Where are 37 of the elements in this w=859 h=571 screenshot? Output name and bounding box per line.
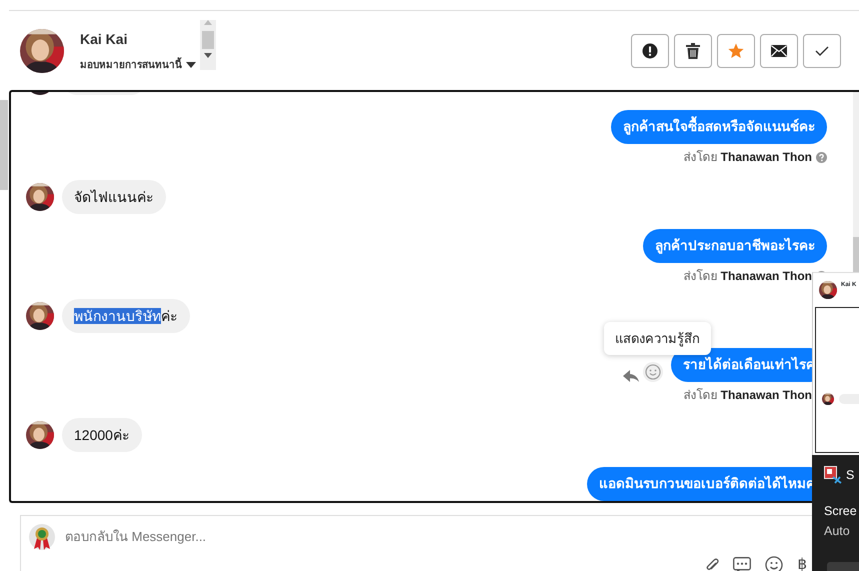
sent-by-text: ส่งโดย Thanawan Thon <box>683 268 812 284</box>
message-bubble: ลูกค้าประกอบอาชีพอะไรคะ <box>643 229 827 263</box>
message-bubble: พนักงานบริษัทค่ะ <box>62 299 190 333</box>
smiley-icon[interactable] <box>643 362 663 382</box>
notification-subtitle: Auto <box>824 523 851 540</box>
chat-icon[interactable] <box>733 557 752 571</box>
tooltip: แสดงความรู้สึก <box>604 322 711 355</box>
mail-button[interactable] <box>760 34 798 68</box>
message-bubble: 12000ค่ะ <box>62 418 142 452</box>
sent-by-text: ส่งโดย Thanawan Thon <box>683 149 812 165</box>
scrollbar-thumb[interactable] <box>853 237 859 275</box>
currency-button[interactable]: ฿ <box>797 557 807 571</box>
envelope-icon <box>771 44 787 56</box>
paperclip-icon[interactable] <box>705 557 720 571</box>
report-button[interactable] <box>631 34 669 68</box>
emoji-icon[interactable] <box>765 556 784 571</box>
check-icon <box>815 46 829 56</box>
assign-dropdown-label[interactable]: มอบหมายการสนทนานี้ <box>80 58 182 72</box>
help-icon[interactable] <box>816 152 827 162</box>
app-name: S <box>846 467 854 484</box>
sent-by-text: ส่งโดย Thanawan Thon <box>683 387 812 403</box>
notification-title: Scree <box>824 503 858 520</box>
scroll-down-icon[interactable] <box>204 52 212 58</box>
trash-icon <box>686 42 700 58</box>
message-bubble: จัดไฟแนนค่ะ <box>62 180 166 214</box>
snipping-tool-icon <box>824 466 842 484</box>
message-bubble: ลูกค้าสนใจซื้อสดหรือจัดแนนช์คะ <box>611 110 827 144</box>
scrollbar-thumb[interactable] <box>0 100 8 190</box>
reply-icon[interactable] <box>623 370 639 382</box>
caret-icon[interactable] <box>186 62 196 68</box>
rosette-icon <box>29 524 55 550</box>
scrollbar[interactable] <box>200 20 216 70</box>
exclamation-icon <box>642 42 658 58</box>
contact-name: Kai Kai <box>80 30 128 48</box>
done-button[interactable] <box>803 34 841 68</box>
star-button[interactable] <box>717 34 755 68</box>
delete-button[interactable] <box>674 34 712 68</box>
